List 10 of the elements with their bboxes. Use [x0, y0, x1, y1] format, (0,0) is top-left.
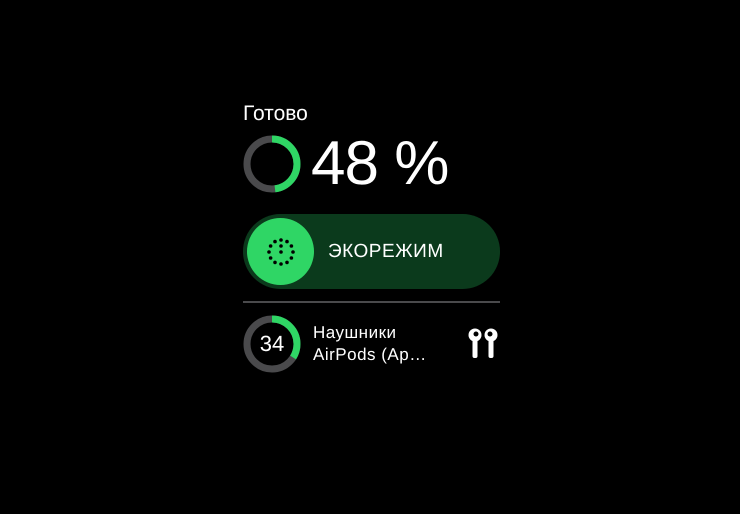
eco-mode-button[interactable]: ЭКОРЕЖИМ: [243, 214, 500, 289]
device-name: AirPods (Ap…: [313, 344, 428, 366]
eco-mode-icon: [247, 218, 314, 285]
battery-ring: [243, 315, 301, 373]
earbuds-icon: [466, 327, 500, 361]
battery-ring: [243, 135, 301, 193]
charge-value: 34: [260, 332, 284, 356]
battery-percent: 48 %: [311, 132, 448, 196]
status-label: Готово: [243, 101, 309, 127]
device-name: Наушники: [313, 322, 398, 344]
